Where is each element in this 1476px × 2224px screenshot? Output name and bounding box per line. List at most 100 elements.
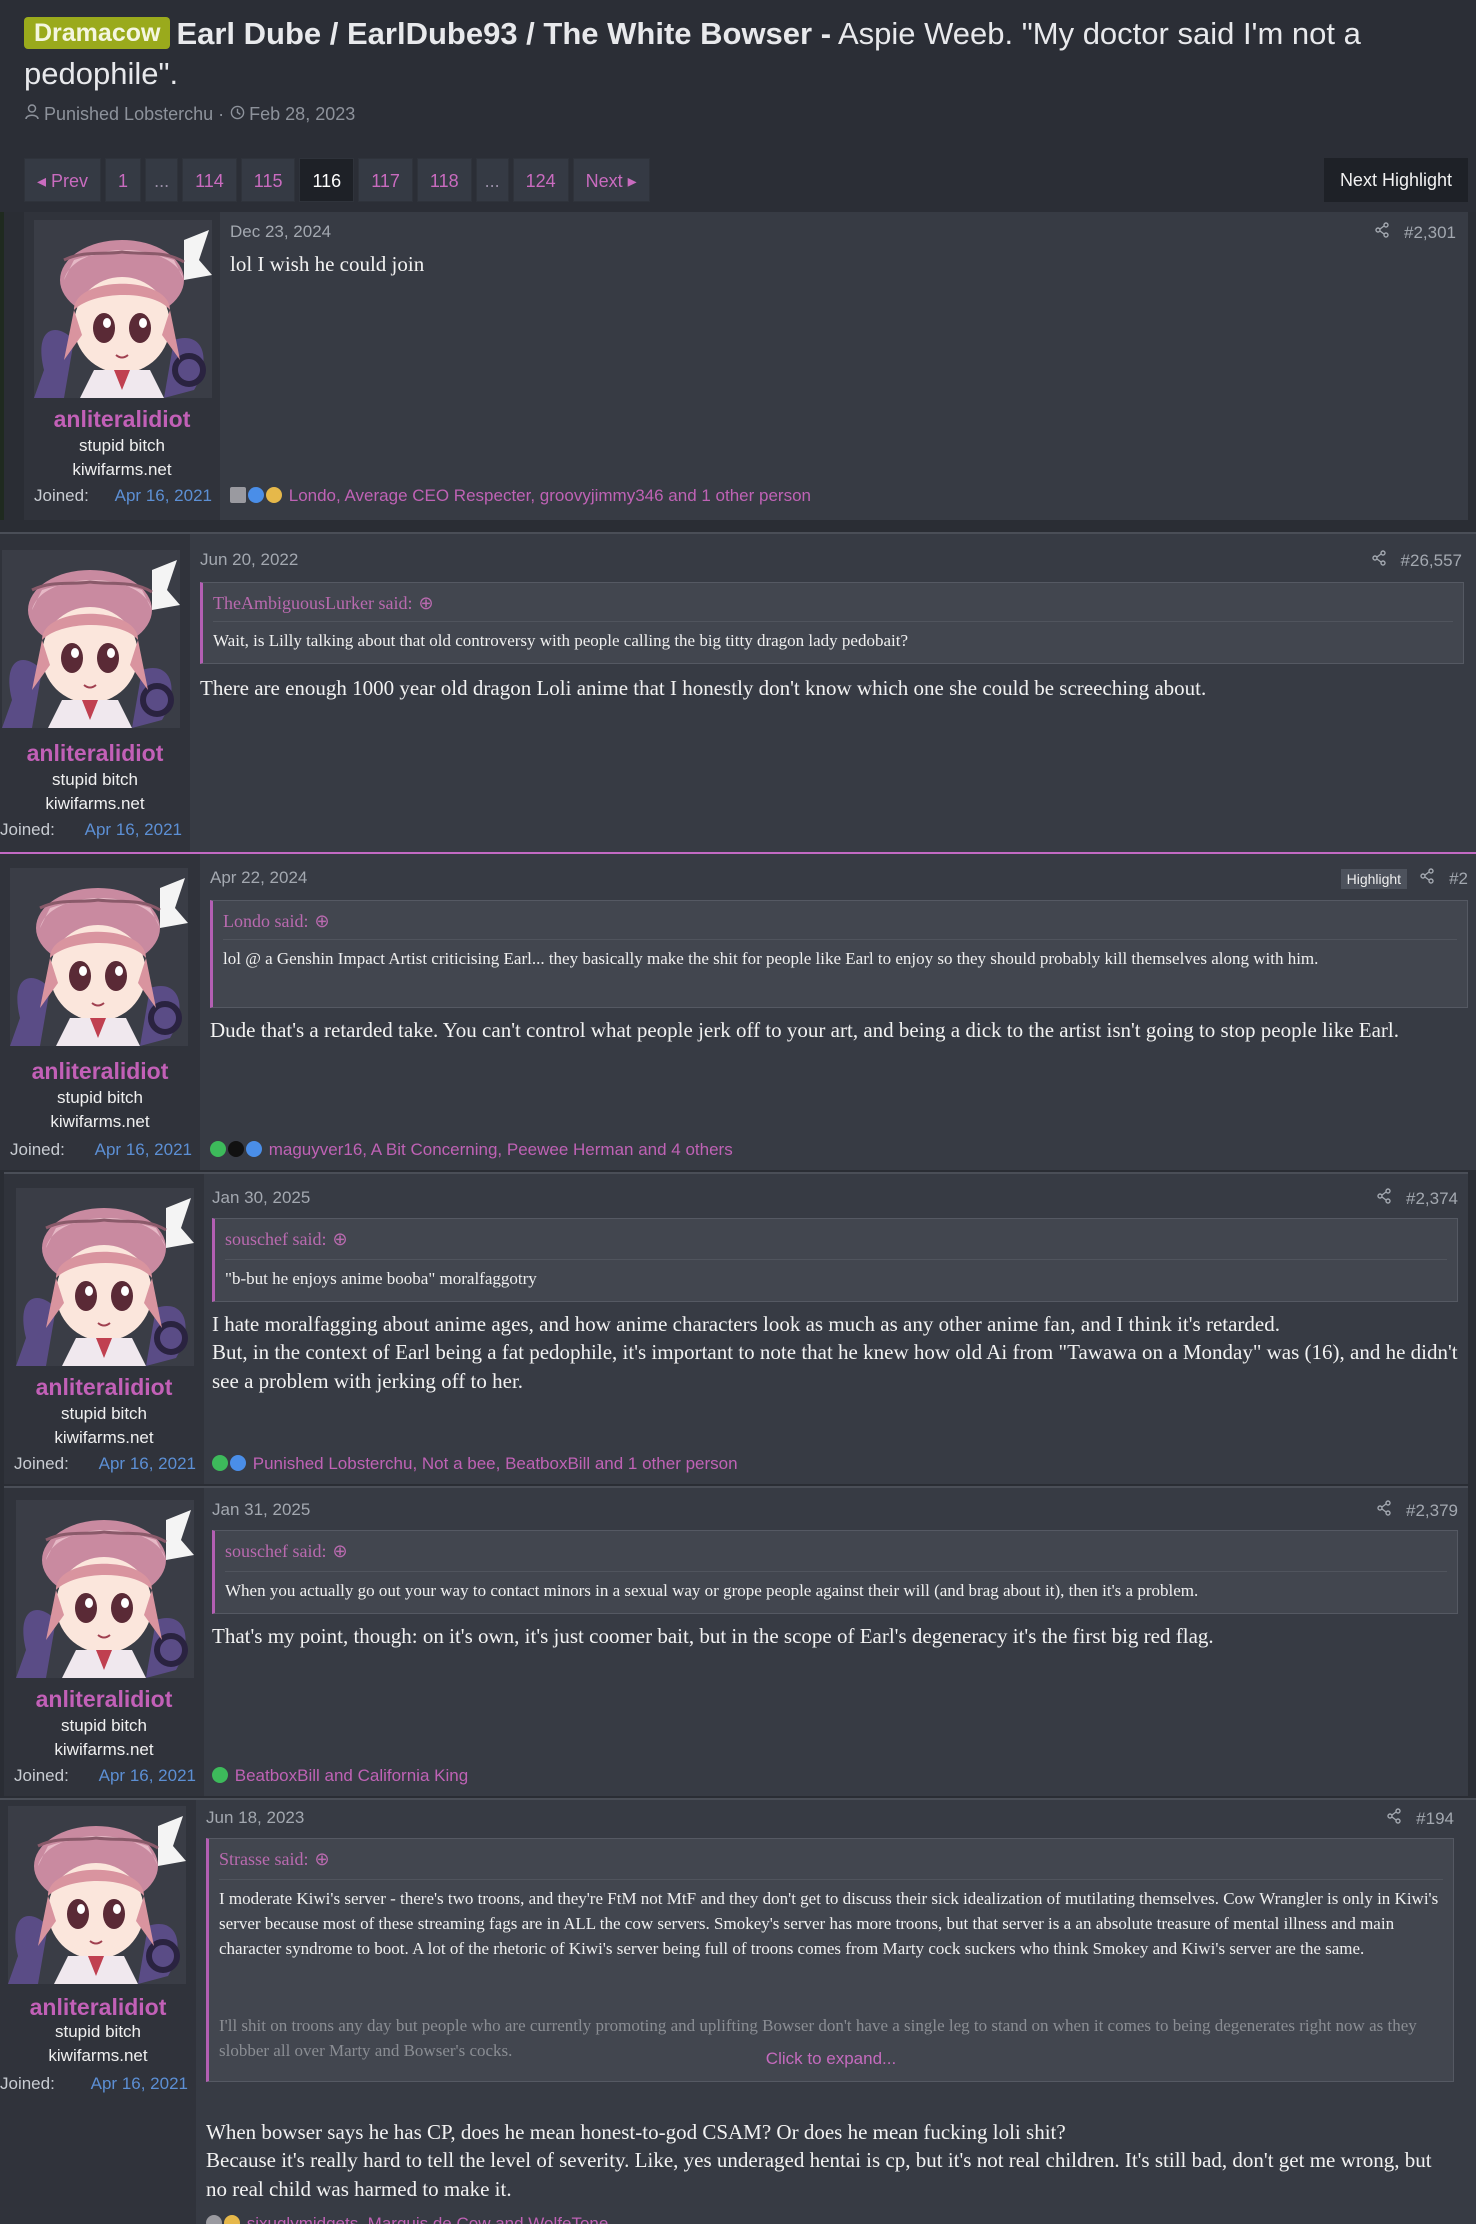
quote-author[interactable]: souschef said: <box>225 1541 326 1561</box>
share-icon[interactable] <box>1386 1808 1402 1824</box>
share-icon[interactable] <box>1374 222 1390 238</box>
reactions-bar[interactable]: Londo, Average CEO Respecter, groovyjimm… <box>230 486 811 506</box>
jump-up-icon[interactable]: ⊕ <box>332 1229 347 1250</box>
reaction-icon <box>206 2215 222 2224</box>
user-sidebar: anliteralidiot stupid bitch kiwifarms.ne… <box>0 1800 196 2224</box>
next-page-button[interactable]: Next ▸ <box>572 158 650 202</box>
share-icon[interactable] <box>1376 1500 1392 1516</box>
page-link-118[interactable]: 118 <box>416 158 472 202</box>
share-icon[interactable] <box>1419 868 1435 884</box>
post-date[interactable]: Jun 18, 2023 <box>206 1808 304 1828</box>
user-sidebar: anliteralidiot stupid bitch kiwifarms.ne… <box>4 1488 204 1796</box>
post-date[interactable]: Jan 30, 2025 <box>212 1188 310 1208</box>
username-link[interactable]: anliteralidiot <box>4 1686 204 1713</box>
username-link[interactable]: anliteralidiot <box>0 1994 196 2021</box>
reactions-users[interactable]: Londo, Average CEO Respecter, groovyjimm… <box>289 486 811 505</box>
post-body: lol I wish he could join <box>230 252 425 276</box>
reactions-users[interactable]: sixuglymidgets, Marquis de Cow and Wolfe… <box>247 2214 609 2224</box>
quote-author[interactable]: Londo said: <box>223 911 309 931</box>
page-link-1[interactable]: 1 <box>105 158 142 202</box>
next-highlight-button[interactable]: Next Highlight <box>1323 158 1468 202</box>
joined-label: Joined: <box>0 820 55 839</box>
post-number-link[interactable]: #2,374 <box>1406 1189 1458 1208</box>
thread-header: Dramacow Earl Dube / EarlDube93 / The Whi… <box>0 0 1476 212</box>
reactions-users[interactable]: Punished Lobsterchu, Not a bee, BeatboxB… <box>253 1454 738 1473</box>
avatar[interactable] <box>8 1806 186 1984</box>
jump-up-icon[interactable]: ⊕ <box>418 593 433 614</box>
avatar[interactable] <box>16 1188 194 1366</box>
share-icon[interactable] <box>1371 550 1387 566</box>
post-number-link[interactable]: #2,301 <box>1404 223 1456 242</box>
quote-header[interactable]: TheAmbiguousLurker said: ⊕ <box>213 593 434 614</box>
avatar[interactable] <box>2 550 180 728</box>
quote-author[interactable]: Strasse said: <box>219 1849 309 1869</box>
user-icon <box>24 104 40 125</box>
jump-up-icon[interactable]: ⊕ <box>315 1849 330 1870</box>
reaction-icon <box>248 487 264 503</box>
page-link-115[interactable]: 115 <box>240 158 296 202</box>
thread-title: Dramacow Earl Dube / EarlDube93 / The Whi… <box>24 14 1444 94</box>
post: anliteralidiot stupid bitch kiwifarms.ne… <box>0 1798 1476 2224</box>
thread-start-date[interactable]: Feb 28, 2023 <box>249 104 355 124</box>
post-number-link[interactable]: #2 <box>1449 869 1468 888</box>
quote-block: Londo said: ⊕ lol @ a Genshin Impact Arti… <box>210 900 1468 1008</box>
joined-date: Apr 16, 2021 <box>98 1454 196 1473</box>
quote-block: souschef said: ⊕ When you actually go out… <box>212 1530 1458 1614</box>
page-link-114[interactable]: 114 <box>182 158 237 202</box>
avatar[interactable] <box>10 868 188 1046</box>
username-link[interactable]: anliteralidiot <box>4 1374 204 1401</box>
jump-up-icon[interactable]: ⊕ <box>332 1541 347 1562</box>
quote-text: "b-but he enjoys anime booba" moralfaggo… <box>225 1259 1447 1291</box>
quote-author[interactable]: souschef said: <box>225 1229 326 1249</box>
post-highlighted: anliteralidiot stupid bitch kiwifarms.ne… <box>0 852 1476 1170</box>
user-title: stupid bitch <box>52 770 138 789</box>
post-number-link[interactable]: #26,557 <box>1401 551 1462 570</box>
post-body: That's my point, though: on it's own, it… <box>212 1624 1214 1648</box>
username-link[interactable]: anliteralidiot <box>24 406 220 433</box>
page-navigation: ◂ Prev 1 ... 114 115 116 117 118 ... 124… <box>24 158 650 202</box>
page-jump-dots[interactable]: ... <box>145 158 179 202</box>
user-sidebar: anliteralidiot stupid bitch kiwifarms.ne… <box>4 1174 204 1484</box>
joined-label: Joined: <box>34 486 89 505</box>
quote-header[interactable]: souschef said: ⊕ <box>225 1541 348 1562</box>
click-to-expand-link[interactable]: Click to expand... <box>209 2049 1453 2069</box>
thread-prefix-badge[interactable]: Dramacow <box>24 17 171 49</box>
thread-author-link[interactable]: Punished Lobsterchu <box>44 104 213 124</box>
reaction-icon <box>246 1141 262 1157</box>
reactions-bar[interactable]: Punished Lobsterchu, Not a bee, BeatboxB… <box>212 1454 738 1474</box>
post-number: #194 <box>1386 1808 1454 1829</box>
clock-icon <box>229 104 245 125</box>
post-date[interactable]: Jun 20, 2022 <box>200 550 298 570</box>
post-number-link[interactable]: #2,379 <box>1406 1501 1458 1520</box>
post-number-link[interactable]: #194 <box>1416 1809 1454 1828</box>
reactions-users[interactable]: maguyver16, A Bit Concerning, Peewee Her… <box>269 1140 733 1159</box>
page-jump-dots[interactable]: ... <box>475 158 509 202</box>
page-link-117[interactable]: 117 <box>358 158 413 202</box>
quote-author[interactable]: TheAmbiguousLurker said: <box>213 593 412 613</box>
meta-separator: · <box>218 104 225 124</box>
user-title: stupid bitch <box>61 1716 147 1735</box>
share-icon[interactable] <box>1376 1188 1392 1204</box>
avatar[interactable] <box>16 1500 194 1678</box>
post-date[interactable]: Dec 23, 2024 <box>230 222 331 242</box>
post-date[interactable]: Jan 31, 2025 <box>212 1500 310 1520</box>
reactions-bar[interactable]: sixuglymidgets, Marquis de Cow and Wolfe… <box>206 2214 608 2224</box>
quote-header[interactable]: Londo said: ⊕ <box>223 911 330 932</box>
page-link-current[interactable]: 116 <box>299 158 355 202</box>
jump-up-icon[interactable]: ⊕ <box>315 911 330 932</box>
avatar[interactable] <box>34 220 212 398</box>
post: anliteralidiot stupid bitch kiwifarms.ne… <box>0 532 1476 852</box>
post-date[interactable]: Apr 22, 2024 <box>210 868 307 888</box>
reactions-bar[interactable]: maguyver16, A Bit Concerning, Peewee Her… <box>210 1140 733 1160</box>
user-title: stupid bitch <box>55 2022 141 2041</box>
quote-header[interactable]: Strasse said: ⊕ <box>219 1849 330 1870</box>
quote-header[interactable]: souschef said: ⊕ <box>225 1229 348 1250</box>
reactions-users[interactable]: BeatboxBill and California King <box>235 1766 468 1785</box>
reaction-icon <box>212 1767 228 1783</box>
prev-page-button[interactable]: ◂ Prev <box>24 158 102 202</box>
page-link-124[interactable]: 124 <box>512 158 569 202</box>
reactions-bar[interactable]: BeatboxBill and California King <box>212 1766 468 1786</box>
username-link[interactable]: anliteralidiot <box>0 1058 200 1085</box>
username-link[interactable]: anliteralidiot <box>0 740 190 767</box>
post-body-line-2: Because it's really hard to tell the lev… <box>206 2148 1432 2201</box>
